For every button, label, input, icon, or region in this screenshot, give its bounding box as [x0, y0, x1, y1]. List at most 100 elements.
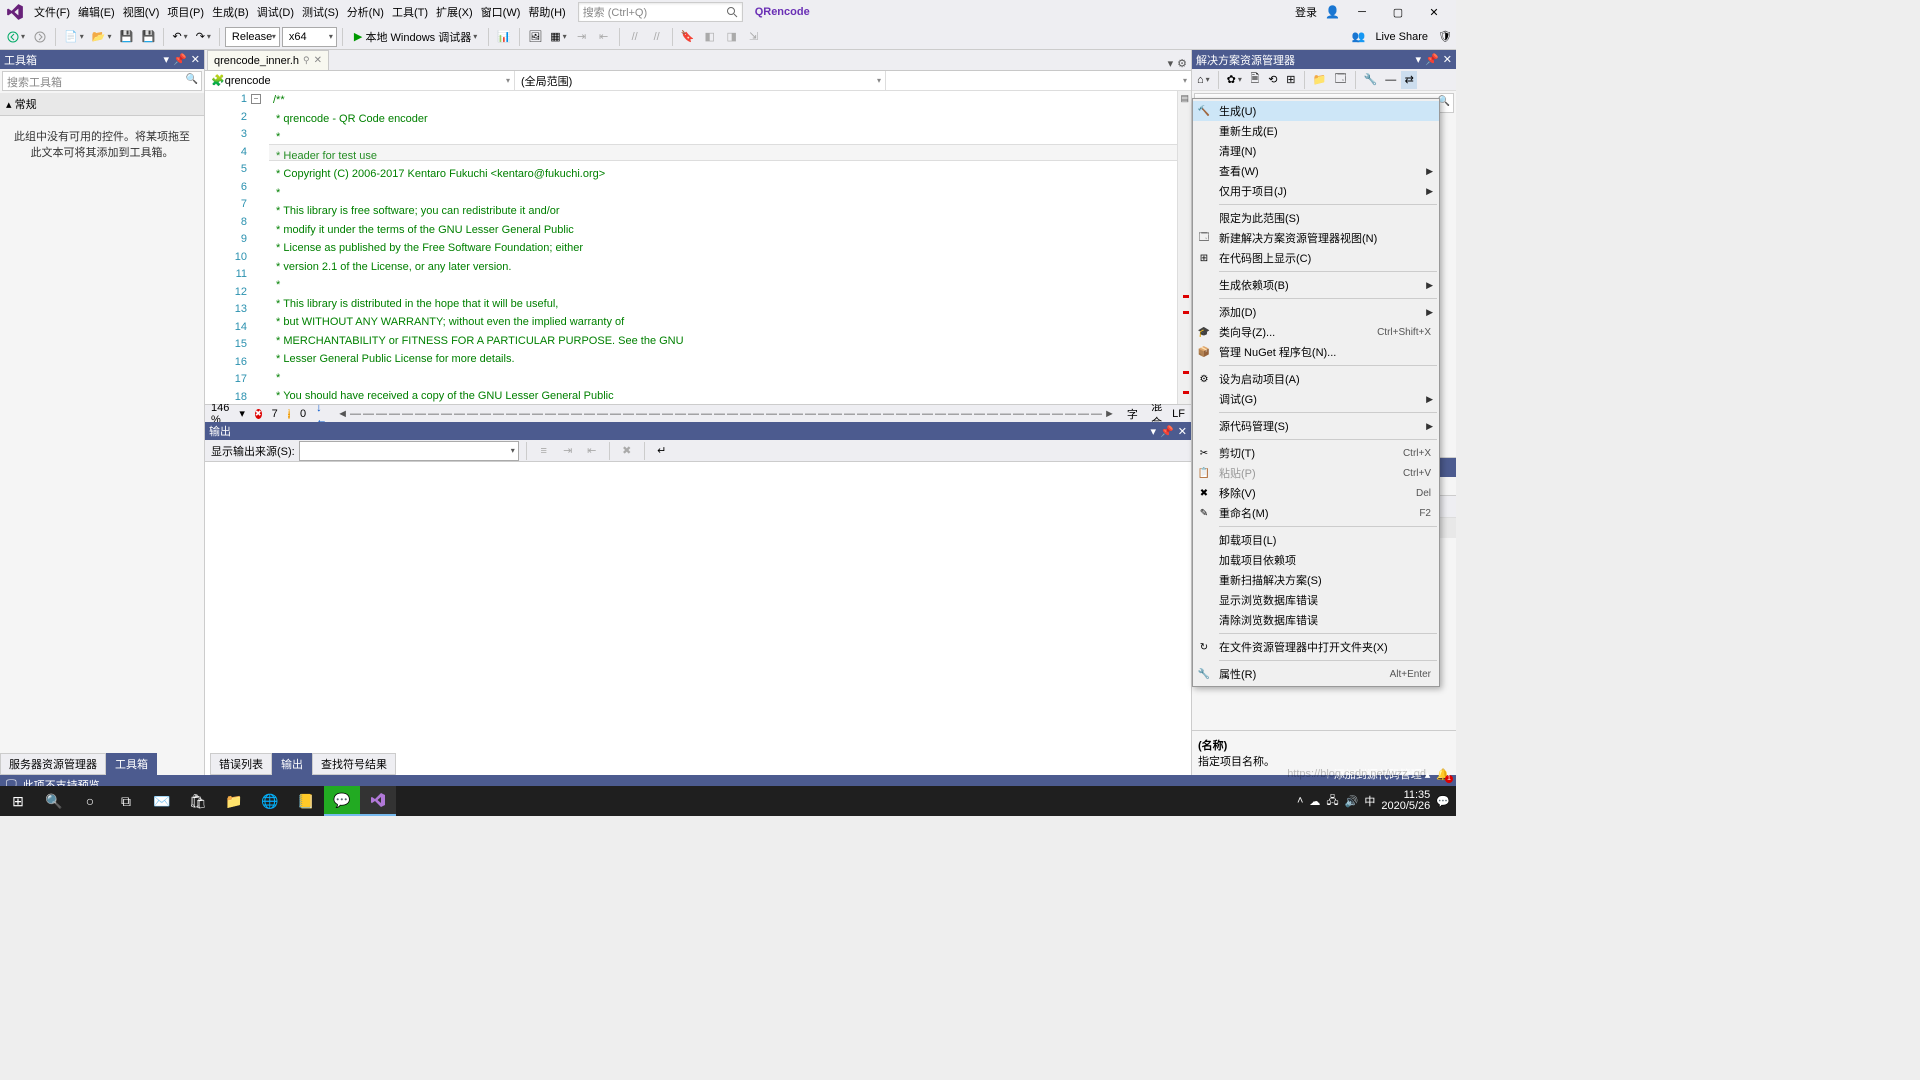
tool-btn-7[interactable]: ◨ — [722, 26, 742, 48]
close-icon[interactable]: ✕ — [314, 55, 322, 66]
out-btn-4[interactable]: ✖ — [617, 440, 637, 462]
tray-clock[interactable]: 11:352020/5/26 — [1381, 790, 1430, 812]
nav-member-combo[interactable] — [886, 71, 1191, 90]
tool-btn-1[interactable]: 📊 — [494, 26, 514, 48]
tray-volume-icon[interactable]: 🔊 — [1345, 795, 1359, 808]
tab-server-explorer[interactable]: 服务器资源管理器 — [0, 753, 106, 775]
liveshare-label[interactable]: Live Share — [1375, 31, 1428, 43]
open-button[interactable]: 📂 — [89, 26, 115, 48]
context-menu-item[interactable]: 重新扫描解决方案(S) — [1193, 570, 1439, 590]
menu-item[interactable]: 编辑(E) — [74, 2, 119, 22]
tray-ime-icon[interactable]: 中 — [1364, 793, 1375, 809]
notepad-app[interactable]: 📒 — [288, 786, 324, 816]
fold-toggle[interactable]: − — [251, 94, 261, 104]
user-icon[interactable]: 👤 — [1325, 5, 1340, 19]
context-menu-item[interactable]: ✎重命名(M)F2 — [1193, 503, 1439, 523]
menu-item[interactable]: 帮助(H) — [524, 2, 569, 22]
global-search-input[interactable]: 搜索 (Ctrl+Q) — [578, 2, 743, 22]
nav-scope-combo[interactable]: (全局范围) — [515, 71, 886, 90]
taskview-button[interactable]: ⧉ — [108, 786, 144, 816]
toolbox-section-general[interactable]: ▴ 常规 — [0, 93, 204, 116]
context-menu-item[interactable]: 🔨生成(U) — [1193, 101, 1439, 121]
start-debug-button[interactable]: ▶ 本地 Windows 调试器 — [348, 26, 483, 48]
context-menu-item[interactable]: 清除浏览数据库错误 — [1193, 610, 1439, 630]
dropdown-icon[interactable]: ▾ — [1151, 425, 1157, 438]
menu-item[interactable]: 生成(B) — [208, 2, 253, 22]
context-menu-item[interactable]: 查看(W)▶ — [1193, 161, 1439, 181]
se-switch-button[interactable]: ⇄ — [1401, 71, 1417, 89]
tab-settings-icon[interactable]: ⚙ — [1177, 57, 1187, 70]
tab-dropdown-icon[interactable]: ▾ — [1168, 57, 1174, 70]
pin-icon[interactable]: 📌 — [1160, 425, 1174, 438]
out-btn-1[interactable]: ≡ — [534, 440, 554, 462]
context-menu-item[interactable]: ↻在文件资源管理器中打开文件夹(X) — [1193, 637, 1439, 657]
out-btn-5[interactable]: ↵ — [652, 440, 672, 462]
menu-item[interactable]: 项目(P) — [163, 2, 208, 22]
context-menu-item[interactable]: 🔧属性(R)Alt+Enter — [1193, 664, 1439, 684]
context-menu-item[interactable]: 仅用于项目(J)▶ — [1193, 181, 1439, 201]
out-btn-3[interactable]: ⇤ — [582, 440, 602, 462]
tool-btn-3[interactable]: ▦ — [547, 26, 569, 48]
se-properties-button[interactable]: 🔧 — [1361, 71, 1381, 89]
toolbox-search-input[interactable]: 搜索工具箱 — [2, 71, 202, 91]
context-menu-item[interactable]: 📋粘贴(P)Ctrl+V — [1193, 463, 1439, 483]
context-menu-item[interactable]: ✂剪切(T)Ctrl+X — [1193, 443, 1439, 463]
tool-btn-8[interactable]: ⇲ — [744, 26, 764, 48]
save-button[interactable]: 💾 — [116, 26, 136, 48]
menu-item[interactable]: 窗口(W) — [477, 2, 525, 22]
code-content[interactable]: /** * qrencode - QR Code encoder * * Hea… — [269, 91, 1177, 404]
menu-item[interactable]: 视图(V) — [119, 2, 164, 22]
se-sync-button[interactable]: ⟲ — [1265, 71, 1281, 89]
context-menu-item[interactable]: 限定为此范围(S) — [1193, 208, 1439, 228]
nav-back-button[interactable] — [4, 26, 28, 48]
context-menu-item[interactable]: 源代码管理(S)▶ — [1193, 416, 1439, 436]
error-indicator[interactable]: ✖ — [255, 409, 262, 419]
undo-button[interactable]: ↶ — [169, 26, 190, 48]
context-menu-item[interactable]: 🎓类向导(Z)...Ctrl+Shift+X — [1193, 322, 1439, 342]
dropdown-icon[interactable]: ▾ — [164, 53, 170, 66]
mail-app[interactable]: ✉️ — [144, 786, 180, 816]
uncomment-button[interactable]: // — [647, 26, 667, 48]
tab-find-symbols[interactable]: 查找符号结果 — [312, 753, 396, 775]
comment-button[interactable]: // — [625, 26, 645, 48]
dropdown-icon[interactable]: ▾ — [1416, 53, 1422, 66]
liveshare-icon[interactable]: 👥 — [1352, 30, 1366, 43]
maximize-button[interactable]: ▢ — [1384, 2, 1412, 22]
tray-chevron-icon[interactable]: ˄ — [1297, 795, 1303, 807]
explorer-app[interactable]: 📁 — [216, 786, 252, 816]
context-menu-item[interactable]: 生成依赖项(B)▶ — [1193, 275, 1439, 295]
tray-network-icon[interactable]: 🖧 — [1326, 792, 1338, 811]
nav-project-combo[interactable]: 🧩 qrencode — [205, 71, 515, 90]
tab-toolbox[interactable]: 工具箱 — [106, 753, 157, 775]
nav-fwd-button[interactable] — [30, 26, 50, 48]
se-btn[interactable]: ⊞ — [1283, 71, 1299, 89]
se-btn[interactable]: 🗔 — [1332, 71, 1350, 89]
wechat-app[interactable]: 💬 — [324, 786, 360, 816]
tab-error-list[interactable]: 错误列表 — [210, 753, 272, 775]
context-menu-item[interactable]: ⊞在代码图上显示(C) — [1193, 248, 1439, 268]
se-home-button[interactable]: ⌂ — [1194, 71, 1213, 89]
tray-onedrive-icon[interactable]: ☁ — [1309, 795, 1320, 808]
tool-btn-5[interactable]: ⇤ — [594, 26, 614, 48]
menu-item[interactable]: 文件(F) — [30, 2, 74, 22]
tool-btn-4[interactable]: ⇥ — [572, 26, 592, 48]
code-editor[interactable]: 1 2 3 4 5 6 7 8 9 10 11 12 13 14 15 16 1… — [205, 91, 1191, 404]
pin-icon[interactable]: 📌 — [173, 53, 187, 66]
edge-app[interactable]: 🌐 — [252, 786, 288, 816]
se-btn[interactable]: — — [1382, 71, 1399, 89]
context-menu-item[interactable]: 📦管理 NuGet 程序包(N)... — [1193, 342, 1439, 362]
login-link[interactable]: 登录 — [1295, 4, 1317, 20]
notifications-icon[interactable]: 🔔1 — [1436, 768, 1450, 781]
search-button[interactable]: 🔍 — [36, 786, 72, 816]
save-all-button[interactable]: 💾 — [138, 26, 158, 48]
context-menu-item[interactable]: 加载项目依赖项 — [1193, 550, 1439, 570]
bookmark-button[interactable]: 🔖 — [678, 26, 698, 48]
admin-icon[interactable]: 🛡 — [1438, 30, 1452, 43]
pin-icon[interactable]: 📌 — [1425, 53, 1439, 66]
new-project-button[interactable]: 📄 — [61, 26, 87, 48]
platform-combo[interactable]: x64 — [282, 27, 337, 47]
context-menu-item[interactable]: 卸载项目(L) — [1193, 530, 1439, 550]
context-menu-item[interactable]: 添加(D)▶ — [1193, 302, 1439, 322]
store-app[interactable]: 🛍 — [180, 786, 216, 816]
pin-icon[interactable]: ⚲ — [303, 55, 310, 66]
